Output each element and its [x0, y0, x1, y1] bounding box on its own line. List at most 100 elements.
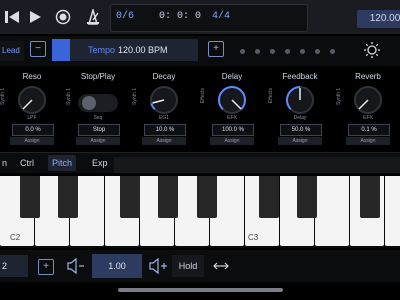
speaker-up-icon: [149, 257, 167, 275]
tab-strip-fill: [114, 157, 400, 173]
tempo-readout[interactable]: 120.00: [357, 10, 400, 28]
settings-sun-icon: [364, 42, 380, 58]
black-key[interactable]: [297, 176, 317, 218]
speaker-down-icon: [67, 257, 84, 275]
knob-sub-label: LPF: [27, 115, 37, 121]
knob-group-feedback: Feedback Effects Delay 50.0 % Assign: [268, 66, 332, 152]
velocity-down-button[interactable]: [66, 257, 86, 279]
black-key[interactable]: [360, 176, 380, 218]
black-key[interactable]: [58, 176, 78, 218]
key-label-c2: C2: [10, 233, 21, 242]
black-key[interactable]: [120, 176, 140, 218]
tempo-decrement-button[interactable]: −: [30, 41, 46, 57]
knob-label: Feedback: [282, 72, 318, 81]
knob-value: 0.0 %: [12, 124, 54, 136]
page-dot[interactable]: [255, 49, 260, 54]
assign-button[interactable]: Assign: [10, 137, 54, 145]
tab-exp[interactable]: Exp: [88, 155, 112, 171]
knob-group-reverb: Reverb Synth 1 EFX 0.1 % Assign: [336, 66, 400, 152]
octave-up-button[interactable]: +: [38, 259, 54, 275]
page-dot[interactable]: [270, 49, 275, 54]
knob-side-label: Synth 1: [66, 88, 72, 105]
assign-button[interactable]: Assign: [210, 137, 254, 145]
rewind-icon: [5, 11, 19, 23]
tempo-label: Tempo: [88, 45, 116, 55]
assign-button[interactable]: Assign: [76, 137, 120, 145]
knob-value: 50.0 %: [280, 124, 322, 136]
white-key[interactable]: [385, 176, 400, 246]
page-dot[interactable]: [285, 49, 290, 54]
knob-sub-label: EFX: [363, 115, 373, 121]
horizontal-arrows-icon: [213, 262, 229, 270]
position-readout: 0/6: [116, 11, 135, 22]
knob-group-delay: Delay Effects EFX 100.0 % Assign: [200, 66, 264, 152]
white-key[interactable]: [315, 176, 349, 246]
record-icon: [55, 9, 71, 25]
page-dot[interactable]: [300, 49, 305, 54]
feedback-knob[interactable]: [282, 82, 318, 116]
metronome-button[interactable]: [80, 5, 106, 29]
transport-bar: 0/6 0: 0: 0 4/4 120.00: [0, 0, 400, 34]
assign-button[interactable]: Assign: [142, 137, 186, 145]
knob-value: 100.0 %: [212, 124, 254, 136]
black-key[interactable]: [20, 176, 40, 218]
knob-group-stop-play: Stop/Play Synth 1 Seq Stop Assign: [66, 66, 130, 152]
tempo-increment-button[interactable]: +: [208, 41, 224, 57]
black-key[interactable]: [259, 176, 279, 218]
knob-sub-label: Delay: [293, 115, 307, 121]
page-dot[interactable]: [240, 49, 245, 54]
velocity-up-button[interactable]: [148, 257, 168, 279]
knob-sub-label: Seq: [93, 115, 103, 121]
tab-partial[interactable]: n: [0, 155, 11, 171]
time-readout: 0: 0: 0: [159, 11, 202, 22]
stop-play-toggle[interactable]: [78, 94, 118, 112]
knob-value: Stop: [78, 124, 120, 136]
tempo-slider[interactable]: Tempo 120.00 BPM: [52, 39, 198, 61]
octave-value[interactable]: 2: [0, 255, 28, 277]
delay-knob[interactable]: [214, 82, 250, 116]
knob-label: Decay: [152, 72, 176, 81]
knob-value: 10.0 %: [144, 124, 186, 136]
play-icon: [30, 11, 41, 23]
bottom-toolbar: 2 + 1.00 Hold: [0, 250, 400, 282]
knob-label: Reso: [22, 72, 42, 81]
knob-panel: Reso Synth 1 LPF 0.0 % Assign Stop/Play …: [0, 66, 400, 152]
decay-knob[interactable]: [146, 82, 182, 116]
knob-group-decay: Decay Synth 1 EG1 10.0 % Assign: [132, 66, 196, 152]
key-label-c3: C3: [248, 233, 259, 242]
reverb-knob[interactable]: [350, 82, 386, 116]
assign-button[interactable]: Assign: [346, 137, 390, 145]
expand-keys-button[interactable]: [212, 258, 230, 279]
tab-ctrl[interactable]: Ctrl: [16, 155, 38, 171]
reso-knob[interactable]: [14, 82, 50, 116]
record-button[interactable]: [50, 5, 76, 29]
page-dot[interactable]: [315, 49, 320, 54]
preset-name-button[interactable]: Lead: [0, 41, 24, 61]
knob-side-label: Synth 1: [336, 88, 342, 105]
signature-readout: 4/4: [212, 11, 231, 22]
knob-value: 0.1 %: [348, 124, 390, 136]
knob-side-label: Effects: [200, 88, 206, 104]
knob-label: Stop/Play: [80, 72, 116, 81]
knob-label: Delay: [221, 72, 243, 81]
preset-row: Lead − Tempo 120.00 BPM +: [0, 36, 400, 66]
metronome-icon: [87, 9, 99, 25]
play-button[interactable]: [22, 5, 48, 29]
piano-keyboard: C2 C3: [0, 176, 400, 248]
tempo-value: 120.00 BPM: [118, 45, 168, 55]
page-dot[interactable]: [330, 49, 335, 54]
home-indicator[interactable]: [118, 288, 283, 292]
control-tabs: n Ctrl Pitch Exp: [0, 152, 400, 173]
knob-group-reso: Reso Synth 1 LPF 0.0 % Assign: [0, 66, 64, 152]
knob-side-label: Synth 1: [0, 88, 6, 105]
assign-button[interactable]: Assign: [278, 137, 322, 145]
tab-pitch[interactable]: Pitch: [48, 155, 77, 171]
toggle-thumb: [82, 96, 96, 110]
settings-button[interactable]: [364, 42, 380, 63]
black-key[interactable]: [197, 176, 217, 218]
hold-button[interactable]: Hold: [172, 255, 204, 277]
knob-side-label: Effects: [268, 88, 274, 104]
knob-sub-label: EFX: [227, 115, 237, 121]
velocity-value[interactable]: 1.00: [92, 254, 142, 278]
black-key[interactable]: [158, 176, 178, 218]
